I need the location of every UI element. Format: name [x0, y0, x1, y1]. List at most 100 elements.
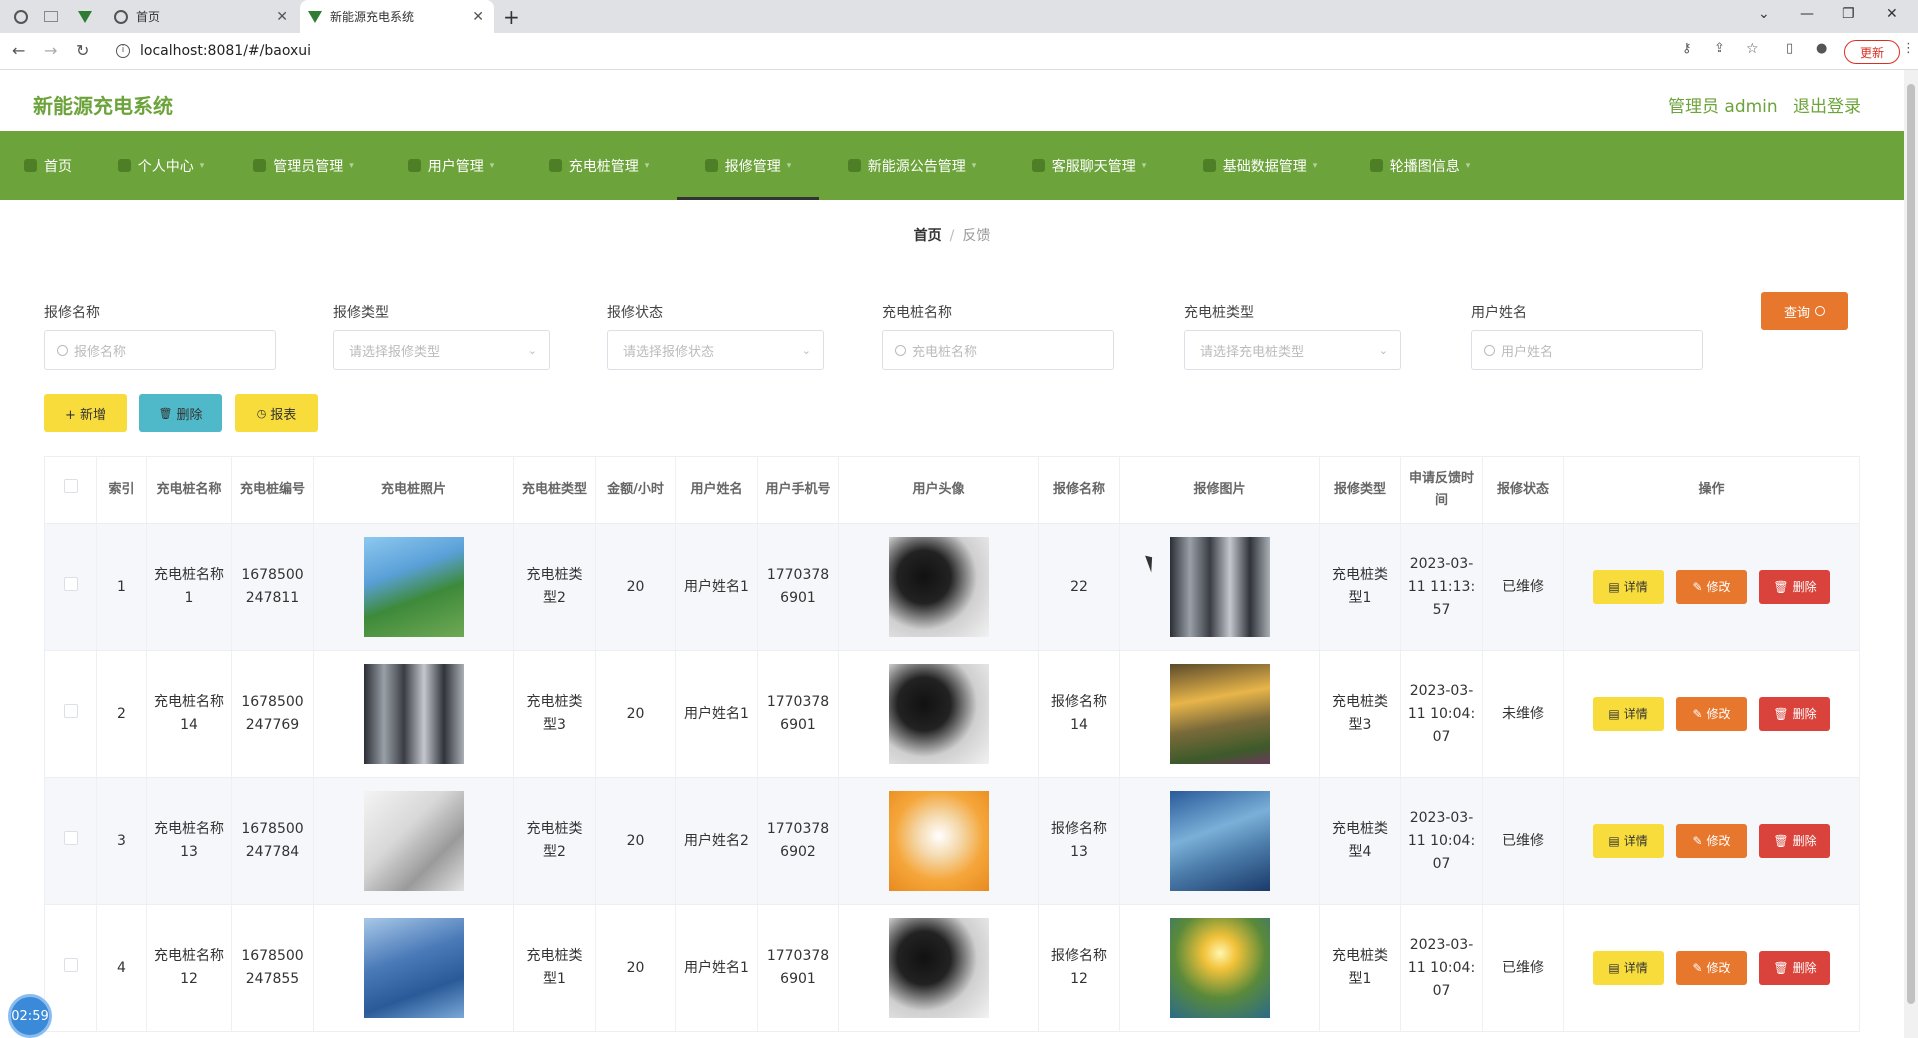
detail-button[interactable]: ▤ 详情: [1592, 824, 1664, 858]
edit-button[interactable]: ✎ 修改: [1676, 824, 1747, 858]
charger-photo[interactable]: [363, 664, 464, 764]
trash-icon: 🗑: [1773, 579, 1789, 594]
scrollbar-thumb[interactable]: [1907, 84, 1915, 1004]
breadcrumb-home[interactable]: 首页: [914, 228, 942, 244]
timer-badge[interactable]: 02:59: [8, 994, 52, 1038]
menu-item-carousel[interactable]: 轮播图信息 ▾: [1347, 131, 1493, 200]
row-checkbox[interactable]: [63, 830, 78, 845]
key-icon[interactable]: ⚷: [1682, 41, 1692, 56]
close-icon[interactable]: ✕: [276, 9, 288, 25]
new-tab-button[interactable]: +: [503, 0, 520, 33]
logout-link[interactable]: 退出登录: [1793, 92, 1861, 117]
menu-item-chat[interactable]: 客服聊天管理 ▾: [1005, 131, 1173, 200]
back-icon[interactable]: ←: [12, 41, 25, 60]
repair-name-input[interactable]: 报修名称: [44, 330, 276, 370]
table-row[interactable]: 2 充电桩名称14 1678500247769 充电桩类型3 20 用户姓名1 …: [44, 650, 1860, 778]
menu-item-notice[interactable]: 新能源公告管理 ▾: [819, 131, 1005, 200]
user-avatar[interactable]: [888, 537, 989, 637]
menu-item-admin[interactable]: 管理员管理 ▾: [226, 131, 381, 200]
repair-type-label: 报修类型: [333, 305, 389, 321]
menu-dots-icon[interactable]: ⋮: [1902, 41, 1915, 56]
repair-icon: [704, 159, 718, 172]
tab-search-icon[interactable]: ⌄: [1758, 6, 1770, 22]
table-row[interactable]: 1 充电桩名称1 1678500247811 充电桩类型2 20 用户姓名1 1…: [44, 523, 1860, 651]
table-row[interactable]: 4 充电桩名称12 1678500247855 充电桩类型1 20 用户姓名1 …: [44, 904, 1860, 1032]
charger-photo[interactable]: [363, 918, 464, 1018]
report-button[interactable]: ◷ 报表: [235, 394, 318, 432]
user-avatar[interactable]: [888, 791, 989, 891]
minimize-icon[interactable]: —: [1800, 6, 1814, 22]
restore-icon[interactable]: ❐: [1842, 6, 1855, 22]
forward-icon[interactable]: →: [44, 41, 57, 60]
repair-status-select[interactable]: 请选择报修状态 ⌄: [607, 330, 824, 370]
cell-phone: 17703786902: [757, 777, 839, 905]
window-close-icon[interactable]: ✕: [1886, 6, 1898, 22]
tab-home[interactable]: 首页 ✕: [110, 0, 298, 33]
repair-photo[interactable]: [1169, 664, 1270, 764]
menu-item-repair[interactable]: 报修管理 ▾: [677, 131, 819, 200]
detail-button[interactable]: ▤ 详情: [1592, 697, 1664, 731]
reload-icon[interactable]: ↻: [76, 41, 89, 60]
delete-row-button[interactable]: 🗑 删除: [1759, 697, 1831, 731]
menu-item-charger[interactable]: 充电桩管理 ▾: [521, 131, 677, 200]
user-name-label: 用户姓名: [1471, 305, 1527, 321]
menu-item-home[interactable]: 首页: [0, 131, 96, 200]
user-name-input[interactable]: 用户姓名: [1471, 330, 1703, 370]
globe-icon: [14, 9, 28, 24]
tab-pinned-3[interactable]: [78, 0, 102, 33]
edit-icon: ✎: [1692, 833, 1703, 848]
edit-button[interactable]: ✎ 修改: [1676, 697, 1747, 731]
repair-photo[interactable]: [1169, 791, 1270, 891]
repair-type-select[interactable]: 请选择报修类型 ⌄: [333, 330, 550, 370]
menu-item-users[interactable]: 用户管理 ▾: [381, 131, 521, 200]
select-all-checkbox[interactable]: [63, 479, 78, 493]
info-icon[interactable]: i: [116, 44, 130, 58]
url-field[interactable]: localhost:8081/#/baoxui: [140, 43, 311, 59]
tab-active[interactable]: 新能源充电系统 ✕: [300, 0, 494, 33]
edit-button[interactable]: ✎ 修改: [1676, 951, 1747, 985]
row-checkbox[interactable]: [63, 957, 78, 972]
delete-row-button[interactable]: 🗑 删除: [1759, 824, 1831, 858]
charger-name-input[interactable]: 充电桩名称: [882, 330, 1114, 370]
add-button[interactable]: + 新增: [44, 394, 127, 432]
menu-item-data[interactable]: 基础数据管理 ▾: [1173, 131, 1347, 200]
document-icon: ▤: [1608, 960, 1620, 975]
share-icon[interactable]: ⇪: [1714, 41, 1725, 56]
query-button[interactable]: 查询: [1761, 292, 1848, 330]
delete-button[interactable]: 🗑 删除: [139, 394, 222, 432]
cell-repair-name: 报修名称14: [1038, 650, 1120, 778]
user-avatar[interactable]: [888, 918, 989, 1018]
delete-row-button[interactable]: 🗑 删除: [1759, 951, 1831, 985]
detail-button[interactable]: ▤ 详情: [1592, 570, 1664, 604]
chevron-down-icon: ▾: [1312, 160, 1318, 171]
row-checkbox[interactable]: [63, 576, 78, 591]
menu-item-profile[interactable]: 个人中心 ▾: [96, 131, 226, 200]
cell-charger-code: 1678500247784: [231, 777, 314, 905]
update-button[interactable]: 更新: [1844, 40, 1900, 64]
cell-price: 20: [595, 904, 676, 1032]
profile-icon[interactable]: ●: [1816, 41, 1827, 56]
repair-photo[interactable]: [1169, 918, 1270, 1018]
row-checkbox[interactable]: [63, 703, 78, 718]
repair-photo[interactable]: [1169, 537, 1270, 637]
cell-user-name: 用户姓名1: [675, 904, 758, 1032]
sidepanel-icon[interactable]: ▯: [1786, 41, 1793, 56]
cell-time: 2023-03-11 10:04:07: [1400, 650, 1483, 778]
placeholder: 充电桩名称: [912, 344, 978, 360]
tab-pinned-2[interactable]: [44, 0, 68, 33]
cell-charger-code: 1678500247769: [231, 650, 314, 778]
charger-type-select[interactable]: 请选择充电桩类型 ⌄: [1184, 330, 1401, 370]
cell-repair-name: 22: [1038, 523, 1120, 651]
cell-avatar: [838, 904, 1039, 1032]
close-icon[interactable]: ✕: [472, 9, 484, 25]
charger-photo[interactable]: [363, 537, 464, 637]
tab-pinned-1[interactable]: [14, 0, 38, 33]
report-label: 报表: [270, 407, 297, 423]
star-icon[interactable]: ☆: [1746, 41, 1759, 57]
detail-button[interactable]: ▤ 详情: [1592, 951, 1664, 985]
delete-row-button[interactable]: 🗑 删除: [1759, 570, 1831, 604]
charger-photo[interactable]: [363, 791, 464, 891]
edit-button[interactable]: ✎ 修改: [1676, 570, 1747, 604]
table-row[interactable]: 3 充电桩名称13 1678500247784 充电桩类型2 20 用户姓名2 …: [44, 777, 1860, 905]
user-avatar[interactable]: [888, 664, 989, 764]
